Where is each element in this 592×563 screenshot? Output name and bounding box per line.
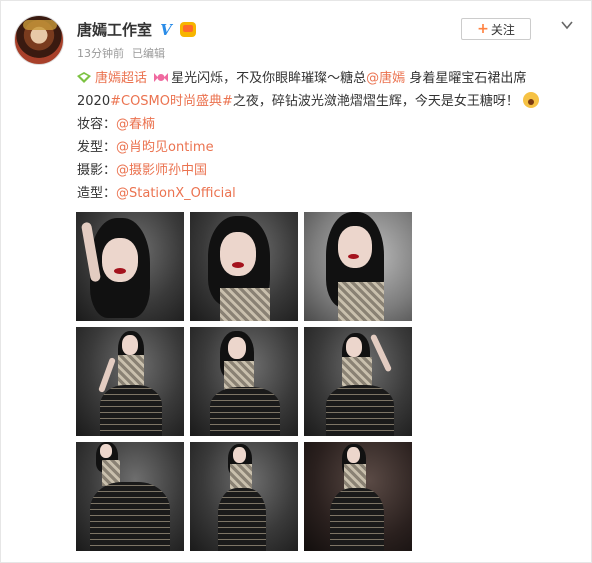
credit-handle[interactable]: @春楠 xyxy=(116,117,155,132)
photo-thumbnail-3[interactable] xyxy=(304,212,412,321)
credit-styling: 造型：@StationX_Official xyxy=(77,182,582,205)
content-line-1: 唐嫣超话 星光闪烁，不及你眼眸璀璨～糖总@唐嫣 身着星曜宝石裙出席 xyxy=(77,67,582,90)
avatar[interactable] xyxy=(14,15,64,65)
content-text-3: 2020 xyxy=(77,94,111,109)
credit-hair: 发型：@肖昀见ontime xyxy=(77,136,582,159)
credit-handle[interactable]: @StationX_Official xyxy=(116,186,236,201)
edited-label[interactable]: 已编辑 xyxy=(132,45,165,61)
vip-icon[interactable] xyxy=(180,22,197,37)
photo-thumbnail-6[interactable] xyxy=(304,327,412,436)
post-content: 唐嫣超话 星光闪烁，不及你眼眸璀璨～糖总@唐嫣 身着星曜宝石裙出席 2020#C… xyxy=(77,67,582,205)
plus-icon: + xyxy=(477,21,489,37)
photo-thumbnail-8[interactable] xyxy=(190,442,298,551)
credit-handle[interactable]: @摄影师孙中国 xyxy=(116,163,207,178)
candy-icon xyxy=(154,73,169,82)
credit-label: 摄影： xyxy=(77,163,117,178)
name-row: 唐嫣工作室 V xyxy=(77,19,197,40)
content-line-2: 2020#COSMO时尚盛典#之夜，碎钻波光潋滟熠熠生辉，今天是女王糖呀！ xyxy=(77,90,582,113)
user-name[interactable]: 唐嫣工作室 xyxy=(77,19,152,40)
credit-label: 造型： xyxy=(77,186,117,201)
follow-label: 关注 xyxy=(490,22,515,37)
chevron-down-icon[interactable] xyxy=(560,18,574,32)
mention-tangyan[interactable]: @唐嫣 xyxy=(366,71,405,86)
super-topic-icon xyxy=(77,72,91,83)
topic-link[interactable]: #COSMO时尚盛典# xyxy=(110,94,233,109)
credit-handle[interactable]: @肖昀见ontime xyxy=(116,140,214,155)
weibo-post-card: 唐嫣工作室 V 13分钟前 已编辑 + 关注 唐嫣超话 星光闪烁，不及你眼眸璀璨… xyxy=(0,0,592,563)
photo-thumbnail-7[interactable] xyxy=(76,442,184,551)
photo-thumbnail-4[interactable] xyxy=(76,327,184,436)
post-meta: 13分钟前 已编辑 xyxy=(77,45,165,61)
post-time[interactable]: 13分钟前 xyxy=(77,45,124,61)
credit-photo: 摄影：@摄影师孙中国 xyxy=(77,159,582,182)
credit-makeup: 妆容：@春楠 xyxy=(77,113,582,136)
photo-thumbnail-9[interactable] xyxy=(304,442,412,551)
credit-label: 发型： xyxy=(77,140,117,155)
content-text-2: 身着星曜宝石裙出席 xyxy=(405,71,527,86)
content-text-4: 之夜，碎钻波光潋滟熠熠生辉，今天是女王糖呀！ xyxy=(232,94,519,109)
photo-thumbnail-5[interactable] xyxy=(190,327,298,436)
shocked-emoji-icon xyxy=(523,92,540,108)
photo-thumbnail-2[interactable] xyxy=(190,212,298,321)
content-text-1: 星光闪烁，不及你眼眸璀璨～糖总 xyxy=(171,71,367,86)
credit-label: 妆容： xyxy=(77,117,117,132)
super-topic-link[interactable]: 唐嫣超话 xyxy=(95,71,147,86)
photo-thumbnail-1[interactable] xyxy=(76,212,184,321)
verified-icon[interactable]: V xyxy=(158,21,175,39)
follow-button[interactable]: + 关注 xyxy=(461,18,531,40)
photo-grid xyxy=(76,212,414,551)
